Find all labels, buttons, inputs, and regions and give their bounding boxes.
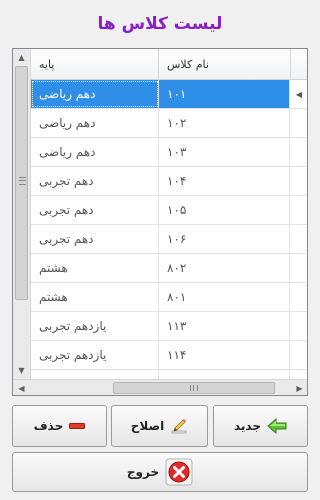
row-header[interactable]: [290, 109, 307, 137]
table-row[interactable]: دهم ریاضی ۱۰۳: [31, 138, 307, 167]
current-row-indicator-icon[interactable]: ◀: [290, 80, 307, 108]
cell-base[interactable]: یازدهم تجربی: [31, 341, 159, 369]
cell-class-name[interactable]: ۱۰۵: [159, 196, 290, 224]
table-row[interactable]: یازدهم تجربی ۱۱۳: [31, 312, 307, 341]
pencil-ruler-icon: [170, 417, 188, 435]
cell-base[interactable]: یازدهم ریاضی: [31, 370, 159, 379]
horizontal-scrollbar[interactable]: ◀ ▶: [13, 379, 307, 395]
scroll-left-icon[interactable]: ◀: [13, 380, 30, 395]
red-minus-icon: [69, 422, 86, 430]
row-header[interactable]: [290, 341, 307, 369]
vertical-scroll-thumb[interactable]: [15, 66, 28, 300]
table-row[interactable]: دهم ریاضی ۱۰۱ ◀: [31, 80, 307, 109]
row-header-corner: [290, 49, 307, 80]
edit-button[interactable]: اصلاح: [111, 405, 208, 447]
delete-button-label: حذف: [33, 419, 64, 433]
column-header-class-name[interactable]: نام کلاس: [159, 49, 290, 80]
cell-class-name[interactable]: ۱۰۲: [159, 109, 290, 137]
red-x-circle-icon: [165, 458, 193, 486]
new-button-label: جدید: [233, 419, 262, 433]
cell-base[interactable]: دهم ریاضی: [31, 80, 159, 108]
cell-base[interactable]: هشتم: [31, 283, 159, 311]
exit-button-label: خروج: [126, 465, 160, 479]
cell-class-name[interactable]: ۸۰۱: [159, 283, 290, 311]
cell-class-name[interactable]: ۱۱۳: [159, 312, 290, 340]
cell-class-name[interactable]: ۱۰۳: [159, 138, 290, 166]
row-header[interactable]: [290, 167, 307, 195]
cell-class-name[interactable]: ۸۰۲: [159, 254, 290, 282]
vertical-scrollbar[interactable]: ▲ ▼: [13, 49, 31, 379]
edit-button-label: اصلاح: [130, 419, 165, 433]
green-arrow-left-icon: [267, 418, 287, 434]
scroll-down-icon[interactable]: ▼: [13, 362, 30, 379]
table-row[interactable]: یازدهم تجربی ۱۱۴: [31, 341, 307, 370]
cell-class-name[interactable]: ۱۰۴: [159, 167, 290, 195]
scroll-right-icon[interactable]: ▶: [291, 380, 307, 395]
cell-base[interactable]: دهم تجربی: [31, 225, 159, 253]
exit-button[interactable]: خروج: [12, 452, 308, 492]
horizontal-scroll-thumb[interactable]: [113, 382, 275, 394]
table-row[interactable]: دهم ریاضی ۱۰۲: [31, 109, 307, 138]
new-button[interactable]: جدید: [213, 405, 308, 447]
row-header[interactable]: [290, 225, 307, 253]
cell-base[interactable]: هشتم: [31, 254, 159, 282]
scroll-up-icon[interactable]: ▲: [13, 49, 30, 66]
grid-header: پایه نام کلاس: [31, 49, 307, 80]
row-header[interactable]: [290, 138, 307, 166]
row-header[interactable]: [290, 283, 307, 311]
delete-button[interactable]: حذف: [12, 405, 107, 447]
cell-base[interactable]: یازدهم تجربی: [31, 312, 159, 340]
table-row[interactable]: دهم تجربی ۱۰۶: [31, 225, 307, 254]
cell-base[interactable]: دهم ریاضی: [31, 138, 159, 166]
table-row[interactable]: هشتم ۸۰۲: [31, 254, 307, 283]
cell-class-name[interactable]: ۱۰۱: [159, 80, 290, 108]
cell-base[interactable]: دهم تجربی: [31, 167, 159, 195]
column-header-base[interactable]: پایه: [31, 49, 159, 80]
table-row[interactable]: هشتم ۸۰۱: [31, 283, 307, 312]
cell-base[interactable]: دهم تجربی: [31, 196, 159, 224]
table-row[interactable]: دهم تجربی ۱۰۵: [31, 196, 307, 225]
row-header[interactable]: [290, 254, 307, 282]
page-title: لیست کلاس ها: [97, 14, 223, 34]
row-header[interactable]: [290, 370, 307, 379]
classes-grid[interactable]: ▲ ▼ پایه نام کلاس دهم ریاضی ۱۰۱ ◀ دهم ریاضی…: [12, 48, 308, 396]
row-header[interactable]: [290, 196, 307, 224]
cell-class-name[interactable]: ۱۰۶: [159, 225, 290, 253]
table-row[interactable]: یازدهم ریاضی۴۰۴: [31, 370, 307, 379]
grid-rows: دهم ریاضی ۱۰۱ ◀ دهم ریاضی ۱۰۲ دهم ریاضی ۱۰۳ دهم…: [31, 80, 307, 379]
cell-class-name[interactable]: ۱۱۴: [159, 341, 290, 369]
row-header[interactable]: [290, 312, 307, 340]
cell-class-name[interactable]: ۴۰۴: [159, 370, 290, 379]
table-row[interactable]: دهم تجربی ۱۰۴: [31, 167, 307, 196]
cell-base[interactable]: دهم ریاضی: [31, 109, 159, 137]
